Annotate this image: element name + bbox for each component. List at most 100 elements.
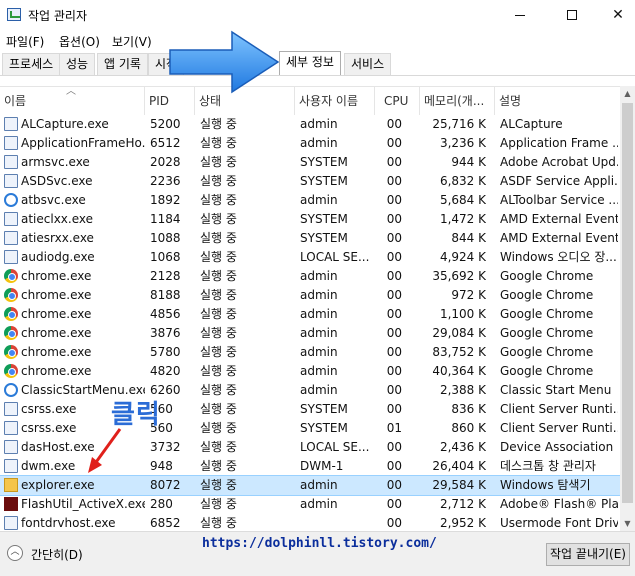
blog-url-watermark: https://dolphinll.tistory.com/: [202, 536, 437, 551]
chrome-icon: [4, 364, 18, 378]
user-cell: admin: [300, 326, 338, 340]
table-row[interactable]: atieclxx.exe 1184 실행 중 SYSTEM 00 1,472 K AMD E…: [0, 210, 620, 229]
status-cell: 실행 중: [200, 269, 237, 283]
description-cell: Google Chrome: [500, 288, 594, 302]
tab-performance[interactable]: 성능: [59, 53, 96, 75]
tab-processes[interactable]: 프로세스: [2, 53, 61, 75]
user-cell: admin: [300, 193, 338, 207]
column-header-cpu[interactable]: CPU: [375, 87, 420, 115]
user-cell: admin: [300, 497, 338, 511]
vertical-scrollbar[interactable]: ▲ ▼: [620, 86, 635, 531]
tab-app-history[interactable]: 앱 기록: [97, 53, 148, 75]
user-cell: admin: [300, 269, 338, 283]
menu-view[interactable]: 보기(V): [112, 33, 152, 50]
chrome-icon: [4, 288, 18, 302]
table-row[interactable]: explorer.exe 8072 실행 중 admin 00 29,584 K Windo…: [0, 475, 621, 496]
end-task-button[interactable]: 작업 끝내기(E): [546, 543, 630, 566]
status-cell: 실행 중: [200, 364, 237, 378]
scrollbar-thumb[interactable]: [622, 103, 633, 503]
app-window-icon: [4, 402, 18, 416]
table-row[interactable]: ApplicationFrameHo... 6512 실행 중 admin 00 3,23…: [0, 134, 620, 153]
table-row[interactable]: chrome.exe 8188 실행 중 admin 00 972 K Google Chr…: [0, 286, 620, 305]
window-title: 작업 관리자: [28, 9, 88, 23]
user-cell: LOCAL SE...: [300, 440, 370, 454]
process-name-cell: armsvc.exe: [21, 155, 90, 169]
memory-cell: 25,716 K: [432, 117, 486, 131]
table-row[interactable]: ClassicStartMenu.exe 6260 실행 중 admin 00 2,388…: [0, 381, 620, 400]
table-row[interactable]: chrome.exe 5780 실행 중 admin 00 83,752 K Google …: [0, 343, 620, 362]
memory-cell: 35,692 K: [432, 269, 486, 283]
table-row[interactable]: chrome.exe 4856 실행 중 admin 00 1,100 K Google C…: [0, 305, 620, 324]
status-cell: 실행 중: [200, 231, 237, 245]
app-window-icon: [4, 174, 18, 188]
process-name-cell: dasHost.exe: [21, 440, 95, 454]
cpu-cell: 00: [386, 231, 402, 245]
status-cell: 실행 중: [200, 250, 237, 264]
tab-services[interactable]: 서비스: [344, 53, 392, 75]
table-row[interactable]: armsvc.exe 2028 실행 중 SYSTEM 00 944 K Adobe Acr…: [0, 153, 620, 172]
table-row[interactable]: atiesrxx.exe 1088 실행 중 SYSTEM 00 844 K AMD Ext…: [0, 229, 620, 248]
cpu-cell: 00: [386, 193, 402, 207]
table-row[interactable]: chrome.exe 4820 실행 중 admin 00 40,364 K Google …: [0, 362, 620, 381]
process-name-cell: audiodg.exe: [21, 250, 95, 264]
task-manager-icon: [7, 8, 21, 21]
minimize-button[interactable]: [497, 0, 543, 30]
table-row[interactable]: ASDSvc.exe 2236 실행 중 SYSTEM 00 6,832 K ASDF Se…: [0, 172, 620, 191]
status-cell: 실행 중: [200, 193, 237, 207]
table-row[interactable]: chrome.exe 3876 실행 중 admin 00 29,084 K Google …: [0, 324, 620, 343]
app-window-icon: [4, 212, 18, 226]
pid-cell: 1088: [150, 231, 181, 245]
memory-cell: 29,084 K: [432, 326, 486, 340]
table-row[interactable]: csrss.exe 560 실행 중 SYSTEM 00 836 K Client Serv…: [0, 400, 620, 419]
menu-options[interactable]: 옵션(O): [59, 33, 100, 50]
description-cell: Client Server Runti...: [500, 402, 618, 416]
chevron-up-icon[interactable]: ︿: [7, 545, 23, 561]
memory-cell: 860 K: [451, 421, 486, 435]
pid-cell: 3876: [150, 326, 181, 340]
table-row[interactable]: audiodg.exe 1068 실행 중 LOCAL SE... 00 4,924 K W…: [0, 248, 620, 267]
close-button[interactable]: ✕: [595, 0, 635, 30]
status-cell: 실행 중: [200, 440, 237, 454]
column-header-description[interactable]: 설명: [495, 87, 620, 115]
process-name-cell: explorer.exe: [21, 478, 95, 492]
scroll-up-arrow-icon[interactable]: ▲: [620, 86, 635, 101]
cpu-cell: 00: [386, 174, 402, 188]
folder-icon: [4, 478, 18, 492]
status-cell: 실행 중: [200, 155, 237, 169]
description-cell: ALToolbar Service ...: [500, 193, 618, 207]
description-cell: Adobe Acrobat Upd...: [500, 155, 618, 169]
cpu-cell: 00: [386, 117, 402, 131]
description-cell: Google Chrome: [500, 326, 594, 340]
pid-cell: 4820: [150, 364, 181, 378]
description-cell: Device Association ...: [500, 440, 618, 454]
memory-cell: 2,388 K: [439, 383, 486, 397]
description-cell: Google Chrome: [500, 364, 594, 378]
scroll-down-arrow-icon[interactable]: ▼: [620, 516, 635, 531]
status-cell: 실행 중: [200, 459, 237, 473]
process-name-cell: ApplicationFrameHo...: [21, 136, 145, 150]
column-header-name[interactable]: ︿ 이름: [0, 86, 145, 115]
status-cell: 실행 중: [200, 345, 237, 359]
table-row[interactable]: chrome.exe 2128 실행 중 admin 00 35,692 K Google …: [0, 267, 620, 286]
pid-cell: 8072: [150, 478, 181, 492]
column-header-memory[interactable]: 메모리(개...: [420, 87, 495, 115]
pid-cell: 6512: [150, 136, 181, 150]
memory-cell: 1,472 K: [439, 212, 486, 226]
app-window-icon: [4, 136, 18, 150]
description-cell: Client Server Runti...: [500, 421, 618, 435]
table-row[interactable]: ALCapture.exe 5200 실행 중 admin 00 25,716 K ALCa…: [0, 115, 620, 134]
menu-file[interactable]: 파일(F): [6, 33, 44, 50]
table-row[interactable]: FlashUtil_ActiveX.exe 280 실행 중 admin 00 2,712…: [0, 495, 620, 514]
status-cell: 실행 중: [200, 478, 237, 492]
table-row[interactable]: atbsvc.exe 1892 실행 중 admin 00 5,684 K ALToolba…: [0, 191, 620, 210]
fewer-details-link[interactable]: 간단히(D): [31, 546, 83, 563]
user-cell: SYSTEM: [300, 421, 348, 435]
cpu-cell: 00: [386, 383, 402, 397]
pid-cell: 1068: [150, 250, 181, 264]
tab-details[interactable]: 세부 정보: [279, 51, 341, 75]
column-header-user[interactable]: 사용자 이름: [295, 87, 375, 115]
status-cell: 실행 중: [200, 421, 237, 435]
user-cell: admin: [300, 478, 338, 492]
process-name-cell: chrome.exe: [21, 307, 92, 321]
maximize-button[interactable]: [549, 0, 595, 30]
